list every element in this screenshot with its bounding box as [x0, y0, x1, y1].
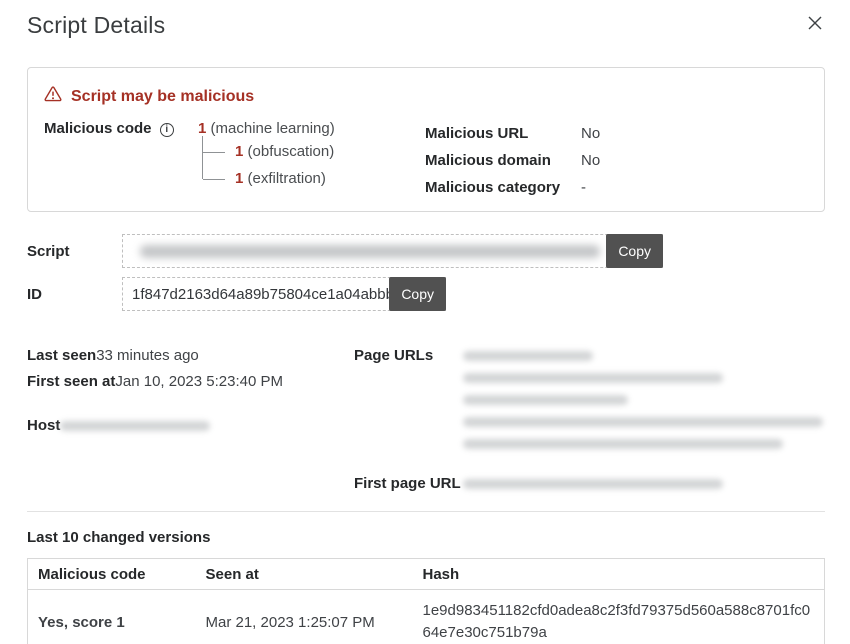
script-field-row: Script Copy — [27, 234, 825, 268]
host-label: Host — [27, 417, 60, 434]
id-value: 1f847d2163d64a89b75804ce1a04abbb — [123, 278, 389, 310]
first-page-url-label: First page URL — [354, 475, 463, 492]
close-button[interactable] — [805, 14, 825, 34]
col-header-malicious-code: Malicious code — [28, 559, 196, 590]
malicious-url-label: Malicious URL — [425, 125, 581, 142]
host-value-redacted — [60, 421, 210, 431]
warning-heading-text: Script may be malicious — [71, 88, 254, 106]
versions-heading: Last 10 changed versions — [27, 529, 825, 546]
page-urls-label: Page URLs — [354, 347, 463, 364]
malicious-code-tree: 1 (machine learning) 1 (obfuscation) 1 (… — [198, 120, 335, 201]
child-count: 1 — [235, 170, 243, 187]
tree-root: 1 (machine learning) — [198, 120, 335, 138]
root-count: 1 — [198, 120, 206, 137]
redacted-text-blur — [140, 245, 600, 258]
malicious-domain-value: No — [581, 152, 600, 169]
malicious-domain-row: Malicious domain No — [425, 147, 808, 174]
child-type: (obfuscation) — [248, 143, 335, 160]
child-type: (exfiltration) — [248, 170, 326, 187]
malicious-url-value: No — [581, 125, 600, 142]
first-seen-value: Jan 10, 2023 5:23:40 PM — [115, 373, 283, 390]
section-divider — [27, 511, 825, 512]
cell-hash: 1e9d983451182cfd0adea8c2f3fd79375d560a58… — [413, 590, 825, 644]
last-seen-label: Last seen — [27, 347, 96, 364]
first-page-url-row: First page URL — [354, 475, 825, 492]
first-seen-label: First seen at — [27, 373, 115, 390]
copy-id-button[interactable]: Copy — [389, 277, 446, 311]
warning-triangle-icon — [44, 86, 62, 107]
versions-table: Malicious code Seen at Hash Yes, score 1… — [27, 558, 825, 644]
page-urls-redacted-list — [463, 347, 823, 461]
info-icon[interactable]: i — [160, 123, 174, 137]
cell-malicious-code: Yes, score 1 — [28, 590, 196, 644]
tree-child: 1 (obfuscation) — [202, 138, 335, 165]
id-label: ID — [27, 286, 122, 303]
cell-seen-at: Mar 21, 2023 1:25:07 PM — [196, 590, 413, 644]
host-row: Host — [27, 417, 354, 434]
malicious-url-row: Malicious URL No — [425, 120, 808, 147]
redacted-url — [463, 351, 593, 361]
close-icon — [807, 15, 823, 34]
versions-header-row: Malicious code Seen at Hash — [28, 559, 825, 590]
warning-heading: Script may be malicious — [44, 86, 808, 107]
modal-header: Script Details — [27, 12, 825, 42]
redacted-url — [463, 439, 783, 449]
malicious-category-value: - — [581, 179, 586, 196]
script-value-redacted — [123, 235, 606, 267]
malicious-category-row: Malicious category - — [425, 174, 808, 201]
child-count: 1 — [235, 143, 243, 160]
script-details-modal: Script Details Script may be malicious — [0, 0, 850, 644]
malicious-code-label: Malicious code i — [44, 120, 198, 201]
first-page-url-redacted — [463, 479, 723, 489]
redacted-url — [463, 417, 823, 427]
script-label: Script — [27, 243, 122, 260]
id-field-row: ID 1f847d2163d64a89b75804ce1a04abbb Copy — [27, 277, 825, 311]
last-seen-row: Last seen 33 minutes ago — [27, 347, 354, 364]
malicious-category-label: Malicious category — [425, 179, 581, 196]
redacted-url — [463, 395, 628, 405]
redacted-url — [463, 373, 723, 383]
page-urls-row: Page URLs — [354, 347, 825, 461]
malicious-domain-label: Malicious domain — [425, 152, 581, 169]
copy-script-button[interactable]: Copy — [606, 234, 663, 268]
col-header-hash: Hash — [413, 559, 825, 590]
page-title: Script Details — [27, 12, 825, 39]
root-type: (machine learning) — [211, 120, 335, 137]
malicious-warning-panel: Script may be malicious Malicious code i… — [27, 67, 825, 212]
col-header-seen-at: Seen at — [196, 559, 413, 590]
malicious-code-label-text: Malicious code — [44, 120, 152, 137]
first-seen-row: First seen at Jan 10, 2023 5:23:40 PM — [27, 373, 354, 390]
id-value-box: 1f847d2163d64a89b75804ce1a04abbb Copy — [122, 277, 446, 311]
last-seen-value: 33 minutes ago — [96, 347, 199, 364]
script-value-box: Copy — [122, 234, 663, 268]
metadata-section: Last seen 33 minutes ago First seen at J… — [27, 347, 825, 492]
tree-child: 1 (exfiltration) — [202, 165, 335, 192]
table-row: Yes, score 1 Mar 21, 2023 1:25:07 PM 1e9… — [28, 590, 825, 644]
